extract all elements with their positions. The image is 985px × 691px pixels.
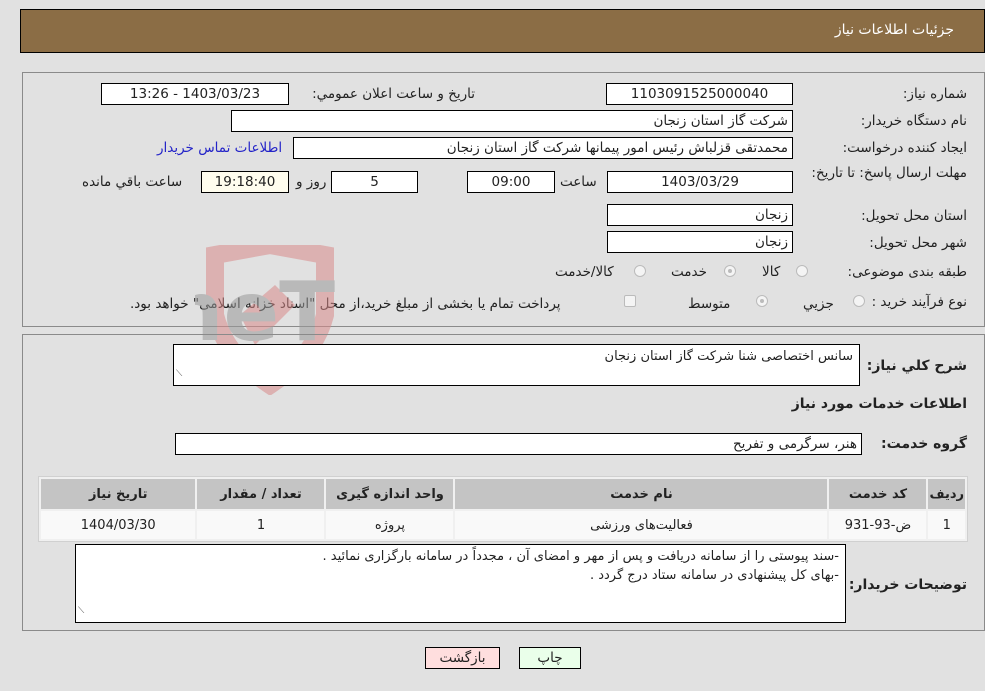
back-button[interactable]: بازگشت: [425, 647, 500, 669]
col-service-code: کد خدمت: [829, 479, 927, 509]
remaining-time-label: ساعت باقي مانده: [82, 174, 183, 190]
print-button[interactable]: چاپ: [519, 647, 581, 669]
deadline-date-field: 1403/03/29: [607, 171, 793, 193]
announce-datetime-label: تاریخ و ساعت اعلان عمومي:: [312, 86, 475, 102]
category-option-goods-service: کالا/خدمت: [555, 264, 614, 280]
category-label: طبقه بندی موضوعی:: [847, 264, 967, 280]
services-section-title: اطلاعات خدمات مورد نیاز: [791, 396, 967, 412]
cell-quantity: 1: [197, 511, 325, 539]
col-unit: واحد اندازه گیری: [326, 479, 454, 509]
buyer-org-label: نام دستگاه خریدار:: [860, 113, 967, 129]
summary-textarea[interactable]: سانس اختصاصی شنا شرکت گاز استان زنجان ⟋: [173, 344, 860, 386]
col-quantity: تعداد / مقدار: [197, 479, 325, 509]
delivery-province-label: استان محل تحویل:: [861, 208, 967, 224]
services-table: ردیف کد خدمت نام خدمت واحد اندازه گیری ت…: [38, 476, 968, 542]
announce-datetime-field: 1403/03/23 - 13:26: [101, 83, 289, 105]
process-radio-medium[interactable]: [756, 295, 768, 307]
treasury-checkbox[interactable]: [624, 295, 636, 307]
buyer-contact-link[interactable]: اطلاعات تماس خریدار: [157, 140, 282, 156]
category-option-service: خدمت: [671, 264, 707, 280]
buyer-notes-label: توضیحات خریدار:: [848, 577, 967, 593]
cell-service-code: ض-93-931: [829, 511, 927, 539]
delivery-city-label: شهر محل تحویل:: [869, 235, 967, 251]
requester-label: ایجاد کننده درخواست:: [842, 140, 967, 156]
service-group-label: گروه خدمت:: [881, 436, 967, 452]
buyer-notes-textarea[interactable]: -سند پیوستی را از سامانه دریافت و پس از …: [75, 544, 846, 623]
need-number-label: شماره نیاز:: [902, 86, 967, 102]
process-option-minor: جزيي: [803, 296, 834, 312]
requester-field: محمدتقی قزلباش رئیس امور پیمانها شرکت گا…: [293, 137, 793, 159]
category-radio-goods[interactable]: [796, 265, 808, 277]
cell-service-name: فعالیت‌های ورزشی: [455, 511, 828, 539]
remaining-time-field: 19:18:40: [201, 171, 289, 193]
resize-grip-icon[interactable]: ⟋: [78, 602, 84, 621]
resize-grip-icon[interactable]: ⟋: [176, 365, 182, 384]
summary-label: شرح کلي نیاز:: [866, 358, 967, 374]
page-header: جزئیات اطلاعات نیاز: [20, 9, 985, 53]
process-radio-minor[interactable]: [853, 295, 865, 307]
delivery-city-field: زنجان: [607, 231, 793, 253]
col-need-date: تاریخ نیاز: [41, 479, 196, 509]
days-field: 5: [331, 171, 418, 193]
summary-text: سانس اختصاصی شنا شرکت گاز استان زنجان: [604, 349, 853, 364]
cell-need-date: 1404/03/30: [41, 511, 196, 539]
service-group-field: هنر، سرگرمی و تفریح: [175, 433, 862, 455]
days-label: روز و: [296, 174, 327, 190]
category-option-goods: کالا: [762, 264, 781, 280]
treasury-note: پرداخت تمام یا بخشی از مبلغ خرید،از محل …: [130, 296, 561, 312]
buyer-org-field: شرکت گاز استان زنجان: [231, 110, 793, 132]
cell-row-number: 1: [928, 511, 965, 539]
col-row-number: ردیف: [928, 479, 965, 509]
process-option-medium: متوسط: [688, 296, 731, 312]
need-number-field: 1103091525000040: [606, 83, 793, 105]
cell-unit: پروژه: [326, 511, 454, 539]
deadline-label: مهلت ارسال پاسخ: تا تاریخ:: [811, 165, 967, 181]
table-row: 1 ض-93-931 فعالیت‌های ورزشی پروژه 1 1404…: [41, 511, 965, 539]
page-title: جزئیات اطلاعات نیاز: [834, 22, 954, 38]
col-service-name: نام خدمت: [455, 479, 828, 509]
buyer-note-line: -بهای کل پیشنهادی در سامانه ستاد درج گرد…: [589, 568, 839, 583]
deadline-time-field: 09:00: [467, 171, 555, 193]
category-radio-service[interactable]: [724, 265, 736, 277]
deadline-time-label: ساعت: [560, 174, 597, 190]
purchase-process-label: نوع فرآیند خرید :: [871, 294, 967, 310]
delivery-province-field: زنجان: [607, 204, 793, 226]
category-radio-goods-service[interactable]: [634, 265, 646, 277]
buyer-note-line: -سند پیوستی را از سامانه دریافت و پس از …: [322, 549, 839, 564]
table-header-row: ردیف کد خدمت نام خدمت واحد اندازه گیری ت…: [41, 479, 965, 509]
